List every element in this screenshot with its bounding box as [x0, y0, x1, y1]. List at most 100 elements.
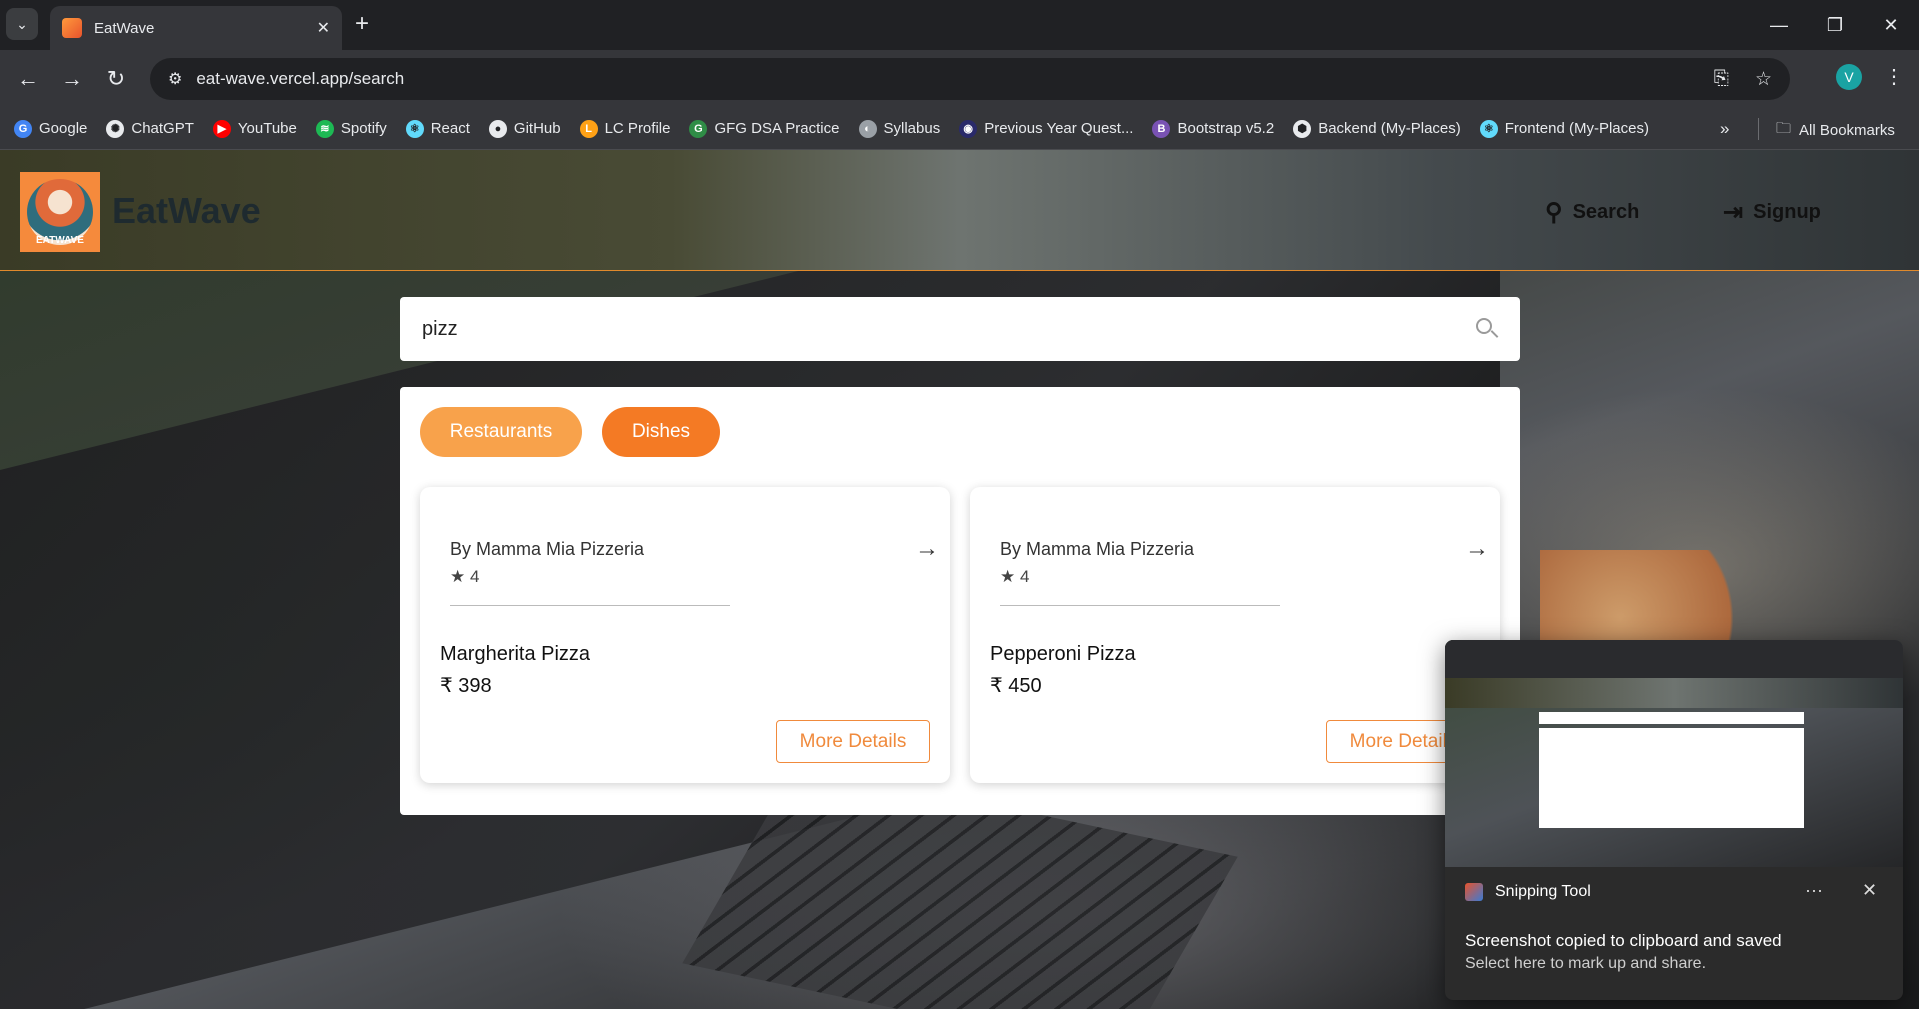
eatwave-favicon-icon: [62, 18, 82, 38]
bookmark-item[interactable]: ⚛ React: [405, 119, 470, 138]
close-icon[interactable]: ✕: [1862, 880, 1877, 901]
restaurant-name[interactable]: By Mamma Mia Pizzeria: [1000, 539, 1194, 560]
more-details-button[interactable]: More Details: [776, 720, 930, 763]
bookmark-label: YouTube: [237, 120, 297, 137]
search-input-value: pizz: [422, 317, 458, 340]
bookmark-label: Previous Year Quest...: [984, 120, 1134, 137]
bookmark-item[interactable]: ● GitHub: [488, 119, 561, 138]
bookmark-label: Frontend (My-Places): [1504, 120, 1649, 137]
bookmark-favicon-icon: B: [1152, 119, 1171, 138]
nav-search-label: Search: [1572, 201, 1640, 223]
search-input[interactable]: pizz: [400, 297, 1520, 361]
toast-title: Screenshot copied to clipboard and saved: [1465, 931, 1782, 950]
search-icon[interactable]: [1476, 318, 1499, 340]
arrow-right-icon[interactable]: →: [915, 535, 939, 563]
bookmark-label: Bootstrap v5.2: [1177, 120, 1275, 137]
site-info-icon[interactable]: ⚙: [168, 69, 182, 89]
bookmark-item[interactable]: G GFG DSA Practice: [689, 119, 840, 138]
screenshot-thumbnail[interactable]: [1445, 640, 1903, 867]
dish-card[interactable]: By Mamma Mia Pizzeria ★ 4 → Margherita P…: [420, 487, 950, 783]
bookmark-item[interactable]: ◐ Syllabus: [858, 119, 941, 138]
browser-tab[interactable]: EatWave ✕: [50, 6, 342, 50]
snipping-tool-notification[interactable]: Snipping Tool ··· ✕ Screenshot copied to…: [1445, 640, 1903, 1000]
close-tab-icon[interactable]: ✕: [317, 18, 330, 38]
nav-signup-link[interactable]: ⇥ Signup: [1723, 198, 1821, 227]
results-panel: Restaurants Dishes By Mamma Mia Pizzeria…: [400, 387, 1520, 815]
rating: ★ 4: [450, 567, 479, 587]
toast-header: Snipping Tool: [1465, 883, 1591, 901]
close-window-icon[interactable]: ✕: [1863, 0, 1919, 50]
bookmark-favicon-icon: ●: [488, 119, 507, 138]
dish-price: ₹ 398: [440, 675, 492, 697]
bookmark-item[interactable]: ⬢ Backend (My-Places): [1293, 119, 1461, 138]
arrow-right-icon[interactable]: →: [1465, 535, 1489, 563]
logo-wordmark: EATWAVE: [36, 235, 84, 246]
dish-price: ₹ 450: [990, 675, 1042, 697]
bookmarks-bar: G Google ✺ ChatGPT ▶ YouTube ≋ Spotify ⚛ React ● Gi…: [0, 108, 1919, 150]
more-bookmarks-icon[interactable]: »: [1720, 119, 1729, 139]
bookmark-item[interactable]: ⚛ Frontend (My-Places): [1479, 119, 1649, 138]
divider: [450, 605, 730, 606]
url-text: eat-wave.vercel.app/search: [196, 69, 405, 88]
dish-name: Margherita Pizza: [440, 643, 591, 665]
bookmark-item[interactable]: ◉ Previous Year Quest...: [959, 119, 1134, 138]
login-arrow-icon: ⇥: [1723, 199, 1744, 226]
restaurant-name[interactable]: By Mamma Mia Pizzeria: [450, 539, 644, 560]
snipping-tool-icon: [1465, 883, 1483, 901]
browser-toolbar: ← → ↻ ⚙ eat-wave.vercel.app/search ⎘ ☆ V…: [0, 50, 1919, 108]
bookmark-label: Backend (My-Places): [1318, 120, 1461, 137]
new-tab-button[interactable]: +: [355, 12, 369, 36]
chevron-down-icon: ⌄: [16, 15, 28, 32]
address-bar[interactable]: ⚙ eat-wave.vercel.app/search ⎘ ☆: [150, 58, 1790, 100]
bookmark-favicon-icon: ◐: [858, 119, 877, 138]
bookmark-label: React: [430, 120, 470, 137]
bookmarks-divider: [1758, 118, 1759, 140]
profile-avatar[interactable]: V: [1836, 64, 1862, 90]
bookmark-favicon-icon: ≋: [315, 119, 334, 138]
folder-icon: 🗀: [1776, 120, 1792, 137]
forward-arrow-icon[interactable]: →: [58, 65, 86, 93]
bookmark-favicon-icon: ⚛: [1479, 119, 1498, 138]
bookmark-item[interactable]: ✺ ChatGPT: [106, 119, 194, 138]
bookmark-star-icon[interactable]: ☆: [1755, 68, 1772, 91]
bookmark-item[interactable]: L LC Profile: [579, 119, 670, 138]
search-icon: ⚲: [1545, 199, 1563, 226]
tab-strip: ⌄ EatWave ✕ + — ❐ ✕: [0, 0, 1919, 50]
minimize-icon[interactable]: —: [1751, 0, 1807, 50]
bookmark-item[interactable]: ≋ Spotify: [315, 119, 387, 138]
site-header: EATWAVE EatWave ⚲ Search ⇥ Signup: [0, 150, 1919, 271]
restore-icon[interactable]: ❐: [1807, 0, 1863, 50]
browser-menu-icon[interactable]: ⋮: [1884, 64, 1904, 89]
filter-dishes-button[interactable]: Dishes: [602, 407, 720, 457]
star-icon: ★: [450, 567, 466, 586]
tab-search-button[interactable]: ⌄: [6, 8, 38, 40]
bookmark-favicon-icon: ▶: [212, 119, 231, 138]
window-controls: — ❐ ✕: [1751, 0, 1919, 50]
bookmark-label: Syllabus: [883, 120, 941, 137]
dish-name: Pepperoni Pizza: [990, 643, 1136, 665]
bookmark-item[interactable]: ▶ YouTube: [212, 119, 297, 138]
star-icon: ★: [1000, 567, 1016, 586]
bookmark-item[interactable]: B Bootstrap v5.2: [1152, 119, 1275, 138]
nav-signup-label: Signup: [1753, 201, 1821, 223]
bookmark-item[interactable]: G Google: [14, 119, 88, 138]
bookmark-favicon-icon: L: [579, 119, 598, 138]
all-bookmarks-button[interactable]: 🗀 All Bookmarks: [1776, 118, 1895, 143]
bookmark-label: Google: [39, 120, 88, 137]
bookmark-favicon-icon: ⬢: [1293, 119, 1312, 138]
back-arrow-icon[interactable]: ←: [14, 65, 42, 93]
bookmark-favicon-icon: G: [689, 119, 708, 138]
bookmark-favicon-icon: ✺: [106, 119, 125, 138]
toast-app-name: Snipping Tool: [1495, 883, 1591, 900]
nav-search-link[interactable]: ⚲ Search: [1545, 198, 1639, 227]
bookmark-favicon-icon: ◉: [959, 119, 978, 138]
more-options-icon[interactable]: ···: [1805, 880, 1823, 901]
rating: ★ 4: [1000, 567, 1029, 587]
install-app-icon[interactable]: ⎘: [1714, 68, 1729, 90]
dish-card[interactable]: By Mamma Mia Pizzeria ★ 4 → Pepperoni Pi…: [970, 487, 1500, 783]
filter-restaurants-button[interactable]: Restaurants: [420, 407, 582, 457]
reload-icon[interactable]: ↻: [102, 65, 130, 93]
bookmark-label: ChatGPT: [131, 120, 194, 137]
brand-name[interactable]: EatWave: [112, 190, 261, 232]
rating-value: 4: [1019, 567, 1030, 586]
